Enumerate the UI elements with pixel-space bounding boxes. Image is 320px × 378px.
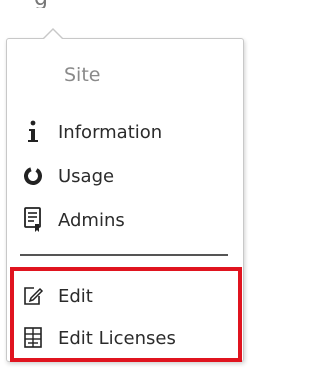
background-text-fragment: g (34, 0, 82, 8)
usage-ring-icon (20, 163, 46, 189)
menu-item-label: Information (58, 121, 163, 143)
edit-options-highlight (10, 267, 242, 362)
menu-item-admins[interactable]: Admins (20, 204, 125, 236)
popover-caret-inner (43, 30, 63, 40)
menu-item-label: Admins (58, 209, 125, 231)
menu-divider (20, 254, 228, 256)
menu-item-information[interactable]: Information (20, 116, 162, 148)
menu-item-label: Usage (58, 165, 115, 187)
menu-item-usage[interactable]: Usage (20, 160, 114, 192)
section-title-site: Site (64, 64, 101, 86)
info-icon (20, 119, 46, 145)
admin-badge-icon (20, 207, 46, 233)
background-fragment-text: g (34, 0, 48, 8)
